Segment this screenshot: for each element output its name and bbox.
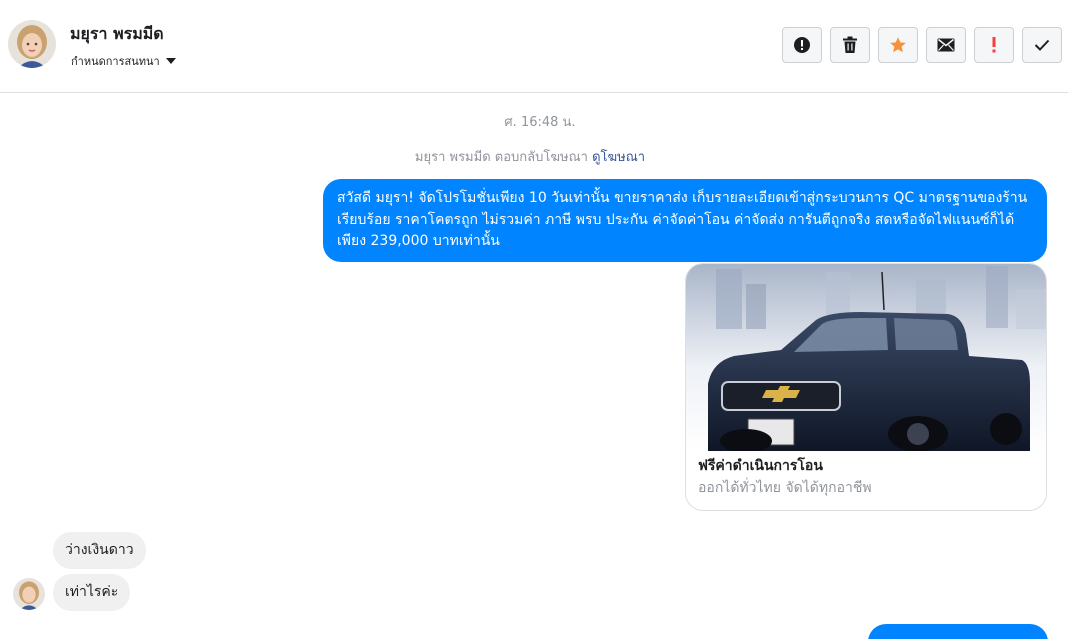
mark-spam-button[interactable]	[782, 27, 822, 63]
ad-reply-note: มยุรา พรมมีด ตอบกลับโฆษณา ดูโฆษณา	[0, 146, 1060, 167]
check-icon	[1034, 39, 1050, 51]
message-timestamp: ศ. 16:48 น.	[504, 115, 576, 130]
conversation-actions	[782, 27, 1062, 63]
star-button[interactable]	[878, 27, 918, 63]
conversation-header: มยุรา พรมมีด กำหนดการสนทนา	[0, 0, 1068, 93]
ad-subtitle: ออกได้ทั่วไทย จัดได้ทุกอาชีพ	[698, 480, 872, 496]
outgoing-message-bubble-partial[interactable]	[868, 624, 1048, 639]
caret-down-icon	[165, 58, 176, 64]
delete-button[interactable]	[830, 27, 870, 63]
contact-avatar-small[interactable]	[13, 578, 45, 610]
exclamation-icon	[992, 37, 996, 53]
assign-conversation-dropdown[interactable]: กำหนดการสนทนา	[71, 52, 176, 70]
assign-label: กำหนดการสนทนา	[71, 55, 160, 68]
incoming-message-bubble[interactable]: ว่างเงินดาว	[53, 532, 146, 569]
ad-title: ฟรีค่าดำเนินการโอน	[698, 458, 823, 474]
mark-unread-button[interactable]	[926, 27, 966, 63]
pickup-truck-image	[686, 264, 1046, 451]
alert-circle-icon	[794, 37, 810, 53]
ad-card[interactable]: ฟรีค่าดำเนินการโอน ออกได้ทั่วไทย จัดได้ท…	[685, 263, 1047, 511]
contact-name[interactable]: มยุรา พรมมีด	[70, 22, 164, 47]
mark-done-button[interactable]	[1022, 27, 1062, 63]
trash-icon	[843, 36, 857, 53]
contact-avatar[interactable]	[8, 20, 56, 68]
envelope-icon	[937, 38, 955, 52]
view-ad-link[interactable]: ดูโฆษณา	[592, 150, 645, 165]
incoming-message-bubble[interactable]: เท่าไรค่ะ	[53, 574, 131, 611]
star-icon	[890, 37, 906, 53]
ad-reply-text: มยุรา พรมมีด ตอบกลับโฆษณา	[414, 150, 588, 165]
follow-up-button[interactable]	[974, 27, 1014, 63]
outgoing-message-bubble[interactable]: สวัสดี มยุรา! จัดโปรโมชั่นเพียง 10 วันเท…	[323, 179, 1047, 262]
